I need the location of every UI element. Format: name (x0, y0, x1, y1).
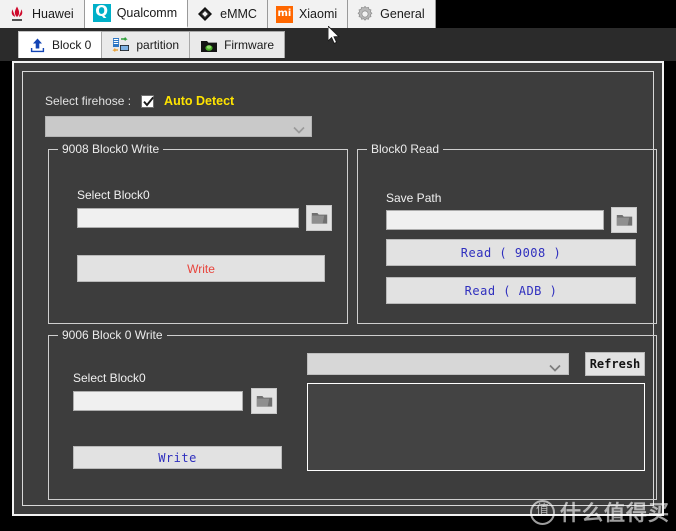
group-9008-block0-write: 9008 Block0 Write Select Block0 Write (48, 142, 348, 324)
write-9006-button-label: Write (158, 450, 197, 465)
firmware-folder-icon (200, 38, 218, 53)
read-adb-button[interactable]: Read ( ADB ) (386, 277, 636, 304)
xiaomi-logo-icon (275, 5, 293, 23)
group-title: 9008 Block0 Write (58, 142, 164, 156)
chevron-down-icon (549, 360, 561, 378)
select-block0-label: Select Block0 (77, 188, 150, 202)
main-panel: Select firehose : Auto Detect 9008 Block… (22, 71, 657, 506)
firehose-select[interactable] (45, 116, 312, 137)
sub-tab-firmware[interactable]: Firmware (189, 31, 286, 58)
auto-detect-checkbox[interactable] (141, 94, 155, 108)
group-title: Block0 Read (367, 142, 444, 156)
block0-path-input[interactable] (77, 208, 299, 228)
device-log-listbox[interactable] (307, 383, 645, 471)
application-window: Huawei Qualcomm eMMC Xiaomi (0, 0, 676, 531)
vendor-tab-huawei[interactable]: Huawei (0, 0, 85, 28)
firehose-row: Select firehose : Auto Detect (45, 94, 234, 108)
vendor-tab-bar: Huawei Qualcomm eMMC Xiaomi (0, 0, 676, 28)
gear-icon (356, 5, 374, 23)
main-panel-frame: Select firehose : Auto Detect 9008 Block… (12, 61, 664, 516)
partition-transfer-icon (112, 37, 130, 53)
save-path-input[interactable] (386, 210, 604, 230)
group-title: 9006 Block 0 Write (58, 328, 167, 342)
read-9008-button-label: Read ( 9008 ) (460, 245, 562, 260)
read-9008-button[interactable]: Read ( 9008 ) (386, 239, 636, 266)
refresh-button-label: Refresh (589, 357, 641, 371)
vendor-tab-emmc[interactable]: eMMC (188, 0, 268, 28)
write-9006-button[interactable]: Write (73, 446, 282, 469)
vendor-tab-label: Qualcomm (116, 6, 178, 20)
auto-detect-label: Auto Detect (164, 94, 235, 108)
emmc-chip-icon (196, 5, 214, 23)
block0-path-input-9006[interactable] (73, 391, 243, 411)
vendor-tab-general[interactable]: General (348, 0, 436, 28)
group-block0-read: Block0 Read Save Path Read ( 9008 ) Read… (357, 142, 657, 324)
qualcomm-logo-icon (92, 2, 111, 22)
sub-tab-block0[interactable]: Block 0 (18, 31, 103, 58)
vendor-tab-label: General (380, 7, 425, 21)
sub-tab-label: Firmware (224, 38, 275, 52)
folder-icon (616, 215, 632, 226)
vendor-tab-xiaomi[interactable]: Xiaomi (267, 0, 349, 28)
write-9008-button[interactable]: Write (77, 255, 325, 282)
vendor-tab-label: Xiaomi (298, 7, 338, 21)
select-block0-label-9006: Select Block0 (73, 371, 146, 385)
read-adb-button-label: Read ( ADB ) (464, 283, 558, 298)
checkmark-icon (143, 96, 154, 106)
group-9006-block0-write: 9006 Block 0 Write Select Block0 Write R… (48, 328, 657, 500)
sub-tab-partition[interactable]: partition (101, 31, 191, 58)
select-firehose-label: Select firehose : (45, 94, 132, 108)
upload-arrow-icon (29, 37, 46, 54)
sub-tab-bar: Block 0 partition Firmware (0, 28, 676, 61)
vendor-tab-label: Huawei (32, 7, 74, 21)
folder-icon (256, 396, 272, 407)
write-9008-button-label: Write (187, 261, 215, 276)
block0-browse-button-9006[interactable] (251, 388, 277, 414)
block0-browse-button[interactable] (306, 205, 332, 231)
chevron-down-icon (293, 122, 305, 140)
sub-tab-label: Block 0 (52, 38, 92, 52)
save-path-browse-button[interactable] (611, 207, 637, 233)
folder-icon (311, 213, 327, 224)
save-path-label: Save Path (386, 191, 442, 205)
vendor-tab-qualcomm[interactable]: Qualcomm (84, 0, 189, 28)
huawei-logo-icon (8, 5, 26, 23)
refresh-button[interactable]: Refresh (585, 352, 645, 376)
vendor-tab-label: eMMC (220, 7, 257, 21)
sub-tab-label: partition (136, 38, 180, 52)
port-select[interactable] (307, 353, 569, 375)
